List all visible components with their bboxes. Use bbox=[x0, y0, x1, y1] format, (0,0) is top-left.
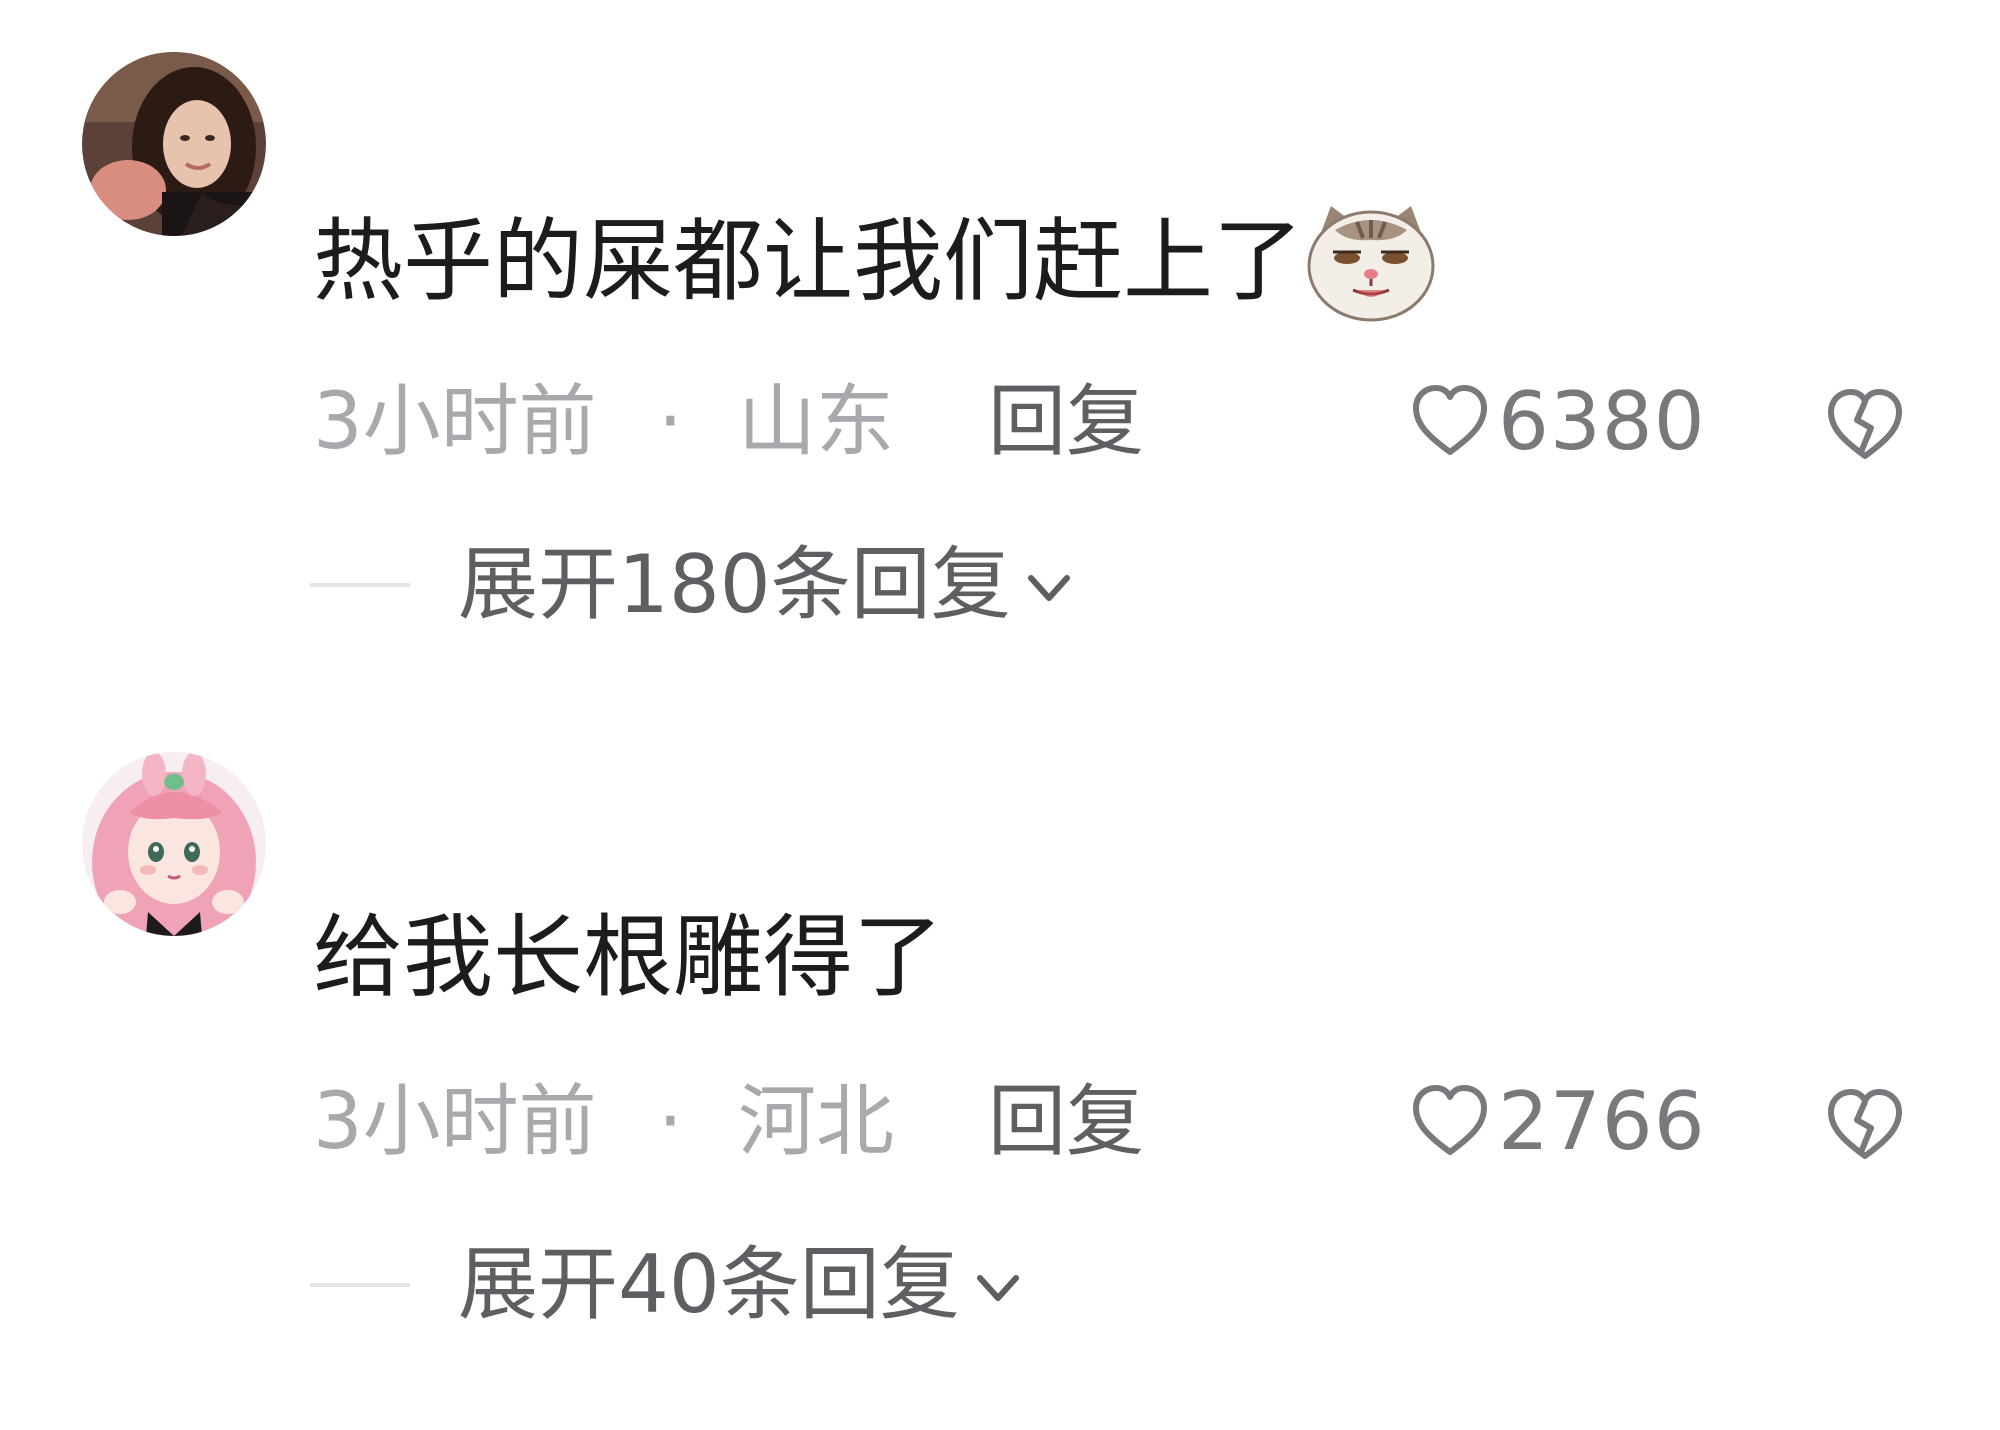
comment-body: 热乎的屎都让我们赶上了 bbox=[313, 209, 1303, 314]
like-button[interactable]: 6380 bbox=[1408, 372, 1706, 472]
broken-heart-icon[interactable] bbox=[1823, 1082, 1907, 1166]
comment-text: 给我长根雕得了 bbox=[313, 900, 943, 1016]
comment-body: 给我长根雕得了 bbox=[313, 905, 943, 1010]
expand-replies-label: 展开40条回复 bbox=[458, 1238, 960, 1331]
expand-replies-button[interactable]: 展开40条回复 bbox=[310, 1235, 1028, 1335]
user-avatar[interactable] bbox=[82, 752, 266, 936]
comment-location: 河北 bbox=[738, 1077, 895, 1167]
meta-separator: · bbox=[658, 377, 683, 467]
like-count: 2766 bbox=[1498, 1075, 1706, 1168]
cat-face-emoji-icon bbox=[1305, 200, 1437, 324]
reply-button[interactable]: 回复 bbox=[988, 1072, 1144, 1172]
meta-separator: · bbox=[658, 1077, 683, 1167]
comment-meta: 3小时前 · 河北 回复 2766 bbox=[313, 1072, 1953, 1172]
chevron-down-icon bbox=[1027, 575, 1070, 601]
broken-heart-icon[interactable] bbox=[1823, 382, 1907, 466]
comment-item: 热乎的屎都让我们赶上了 3小时前 · 山东 回复 6380 展开180条回复 bbox=[0, 0, 2000, 631]
comment-meta: 3小时前 · 山东 回复 6380 bbox=[313, 372, 1953, 472]
comment-time: 3小时前 bbox=[313, 377, 597, 467]
expand-replies-label: 展开180条回复 bbox=[458, 538, 1011, 631]
reply-button[interactable]: 回复 bbox=[988, 372, 1144, 472]
user-avatar[interactable] bbox=[82, 52, 266, 236]
comment-time: 3小时前 bbox=[313, 1077, 597, 1167]
like-count: 6380 bbox=[1498, 375, 1706, 468]
like-button[interactable]: 2766 bbox=[1408, 1072, 1706, 1172]
comment-location: 山东 bbox=[738, 377, 895, 467]
expand-replies-button[interactable]: 展开180条回复 bbox=[310, 535, 1079, 635]
comment-text: 热乎的屎都让我们赶上了 bbox=[313, 200, 1437, 324]
divider-line bbox=[310, 583, 410, 587]
comment-item: 给我长根雕得了 3小时前 · 河北 回复 2766 展开40条回复 bbox=[0, 700, 2000, 1331]
chevron-down-icon bbox=[976, 1275, 1019, 1301]
heart-icon bbox=[1413, 1085, 1487, 1155]
divider-line bbox=[310, 1283, 410, 1287]
heart-icon bbox=[1413, 385, 1487, 455]
